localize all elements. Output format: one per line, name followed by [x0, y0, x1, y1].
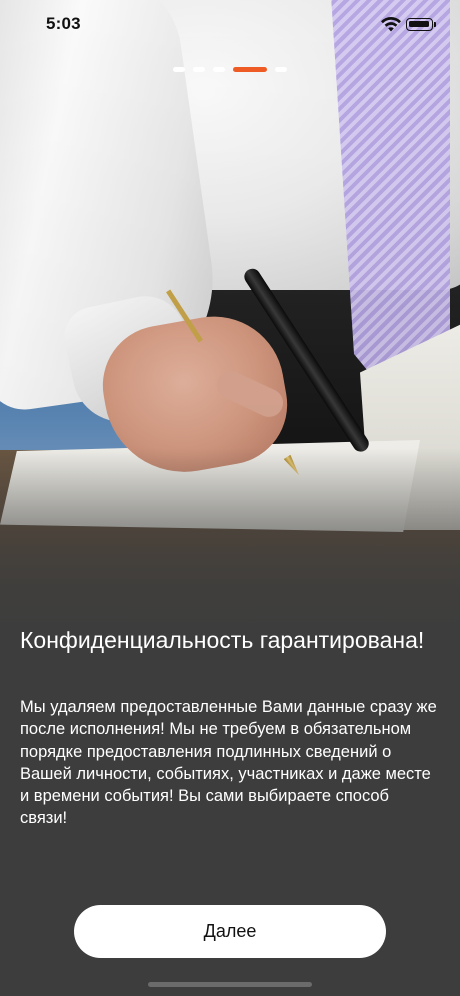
onboarding-title: Конфиденциальность гарантирована!	[20, 627, 425, 653]
onboarding-screen: 5:03 Конфиденциальность гарантирована! М…	[0, 0, 460, 996]
bottom-gradient-overlay	[0, 0, 460, 996]
page-dot-5[interactable]	[275, 66, 287, 72]
page-dot-4-active[interactable]	[233, 66, 267, 72]
status-bar: 5:03	[0, 0, 460, 50]
page-dot-1[interactable]	[173, 66, 185, 72]
battery-cap	[434, 22, 436, 27]
next-button[interactable]: Далее	[74, 905, 386, 958]
battery-level	[409, 21, 429, 27]
page-dot-3[interactable]	[213, 66, 225, 72]
home-indicator[interactable]	[148, 982, 312, 987]
wifi-icon	[381, 16, 401, 32]
status-time: 5:03	[46, 14, 81, 33]
page-dot-2[interactable]	[193, 66, 205, 72]
page-indicator	[173, 66, 287, 72]
onboarding-description: Мы удаляем предоставленные Вами данные с…	[20, 698, 437, 828]
battery-icon	[406, 18, 433, 31]
